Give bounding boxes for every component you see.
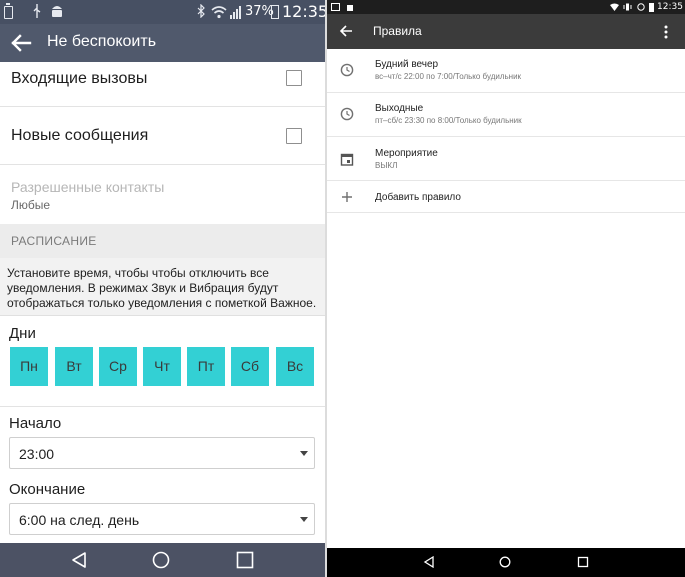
app-bar: Правила bbox=[327, 14, 685, 49]
status-bar: 37% 12:35 bbox=[0, 0, 325, 24]
nav-home-icon[interactable] bbox=[499, 556, 511, 568]
calendar-icon bbox=[340, 153, 354, 166]
new-messages-label: Новые сообщения bbox=[11, 127, 149, 144]
battery-icon bbox=[649, 3, 654, 12]
page-title: Правила bbox=[373, 24, 422, 38]
dropdown-caret-icon bbox=[300, 517, 308, 522]
add-rule-label: Добавить правило bbox=[375, 192, 461, 203]
rule-item[interactable]: Будний вечер вс–чт/с 22:00 по 7:00/Тольк… bbox=[327, 49, 685, 93]
battery-icon bbox=[4, 3, 13, 19]
rule-subtitle: ВЫКЛ bbox=[375, 161, 398, 170]
battery-icon bbox=[271, 5, 279, 19]
day-friday[interactable]: Пт bbox=[187, 347, 225, 386]
day-thursday[interactable]: Чт bbox=[143, 347, 181, 386]
nav-back-icon[interactable] bbox=[70, 551, 88, 569]
page-title: Не беспокоить bbox=[47, 33, 157, 50]
android-icon bbox=[50, 4, 64, 22]
schedule-description-box: Установите время, чтобы чтобы отключить … bbox=[0, 258, 325, 316]
day-wednesday[interactable]: Ср bbox=[99, 347, 137, 386]
wifi-icon bbox=[211, 6, 227, 19]
back-arrow-icon[interactable] bbox=[339, 24, 353, 38]
start-time-label: Начало bbox=[9, 415, 62, 432]
navigation-bar bbox=[0, 543, 325, 577]
image-icon bbox=[331, 3, 340, 11]
nav-back-icon[interactable] bbox=[423, 556, 435, 568]
navigation-bar bbox=[327, 548, 685, 577]
rule-item[interactable]: Выходные пт–сб/с 23:30 по 8:00/Только бу… bbox=[327, 93, 685, 137]
end-time-select[interactable]: 6:00 на след. день bbox=[9, 503, 315, 535]
end-time-value: 6:00 на след. день bbox=[19, 512, 140, 528]
nav-recents-icon[interactable] bbox=[577, 556, 589, 568]
vibrate-icon bbox=[623, 3, 632, 11]
new-messages-checkbox[interactable] bbox=[286, 128, 302, 144]
schedule-description: Установите время, чтобы чтобы отключить … bbox=[7, 266, 317, 310]
more-vert-icon[interactable] bbox=[664, 25, 668, 39]
nav-recents-icon[interactable] bbox=[236, 551, 254, 569]
schedule-header-label: РАСПИСАНИЕ bbox=[11, 234, 97, 248]
days-label: Дни bbox=[9, 325, 36, 342]
rule-subtitle: пт–сб/с 23:30 по 8:00/Только будильник bbox=[375, 116, 522, 125]
nav-home-icon[interactable] bbox=[152, 551, 170, 569]
allowed-contacts-label: Разрешенные контакты bbox=[11, 179, 165, 195]
usb-icon bbox=[32, 4, 42, 22]
rule-title: Мероприятие bbox=[375, 148, 438, 159]
clock-icon bbox=[340, 63, 354, 77]
start-time-select[interactable]: 23:00 bbox=[9, 437, 315, 469]
end-time-label: Окончание bbox=[9, 481, 86, 498]
day-saturday[interactable]: Сб bbox=[231, 347, 269, 386]
dropdown-caret-icon bbox=[300, 451, 308, 456]
rule-item[interactable]: Мероприятие ВЫКЛ bbox=[327, 137, 685, 181]
allowed-contacts-row[interactable]: Разрешенные контакты Любые bbox=[0, 165, 325, 224]
wifi-icon bbox=[610, 3, 619, 11]
start-time-value: 23:00 bbox=[19, 446, 55, 462]
rule-title: Выходные bbox=[375, 103, 424, 114]
add-rule-button[interactable]: Добавить правило bbox=[327, 181, 685, 213]
bluetooth-icon bbox=[196, 3, 206, 22]
rule-title: Будний вечер bbox=[375, 59, 439, 70]
alarm-icon bbox=[637, 3, 645, 11]
schedule-header: РАСПИСАНИЕ bbox=[0, 224, 325, 258]
status-time: 12:35 bbox=[657, 2, 683, 12]
app-bar: Не беспокоить bbox=[0, 24, 325, 62]
clock-icon bbox=[340, 107, 354, 121]
divider bbox=[0, 406, 325, 407]
right-screen: 12:35 Правила Будний вечер вс–чт/с 22:00… bbox=[327, 0, 685, 577]
back-arrow-icon[interactable] bbox=[10, 32, 32, 54]
plus-icon bbox=[342, 192, 352, 202]
allowed-contacts-value: Любые bbox=[11, 198, 51, 212]
day-tuesday[interactable]: Вт bbox=[55, 347, 93, 386]
status-bar: 12:35 bbox=[327, 0, 685, 14]
incoming-calls-label: Входящие вызовы bbox=[11, 70, 148, 87]
rule-subtitle: вс–чт/с 22:00 по 7:00/Только будильник bbox=[375, 72, 522, 81]
incoming-calls-checkbox[interactable] bbox=[286, 70, 302, 86]
android-icon bbox=[347, 5, 353, 11]
day-sunday[interactable]: Вс bbox=[276, 347, 314, 386]
left-screen: 37% 12:35 Не беспокоить Входящие вызовы … bbox=[0, 0, 325, 577]
day-monday[interactable]: Пн bbox=[10, 347, 48, 386]
incoming-calls-row[interactable]: Входящие вызовы bbox=[0, 62, 325, 107]
new-messages-row[interactable]: Новые сообщения bbox=[0, 107, 325, 165]
status-time: 12:35 bbox=[282, 2, 325, 21]
signal-icon bbox=[230, 6, 241, 19]
battery-percent: 37% bbox=[245, 4, 274, 19]
